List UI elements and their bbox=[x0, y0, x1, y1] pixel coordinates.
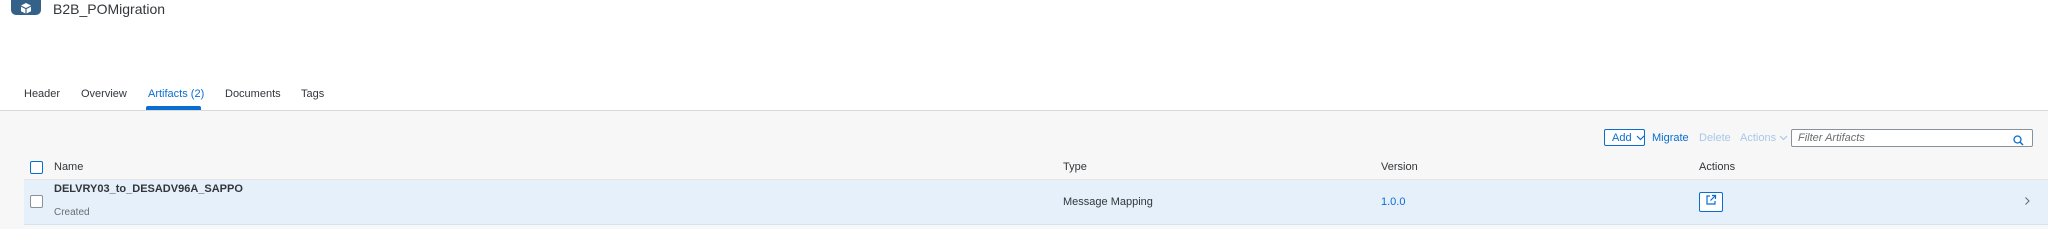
open-external-icon bbox=[1705, 193, 1717, 211]
migrate-button[interactable]: Migrate bbox=[1652, 132, 1689, 144]
column-header-actions: Actions bbox=[1699, 161, 1736, 173]
tab-header[interactable]: Header bbox=[24, 88, 60, 100]
filter-artifacts-input[interactable] bbox=[1798, 131, 1998, 145]
artifact-version-link[interactable]: 1.0.0 bbox=[1381, 196, 1405, 208]
select-all-checkbox[interactable] bbox=[30, 161, 43, 174]
artifact-type: Message Mapping bbox=[1063, 196, 1153, 208]
row-select-checkbox[interactable] bbox=[30, 195, 43, 208]
add-button[interactable]: Add bbox=[1604, 129, 1645, 146]
add-button-label: Add bbox=[1612, 131, 1632, 144]
artifact-name: DELVRY03_to_DESADV96A_SAPPO bbox=[54, 183, 243, 195]
actions-button-label: Actions bbox=[1740, 132, 1777, 144]
artifact-status: Created bbox=[54, 207, 90, 218]
tab-overview[interactable]: Overview bbox=[81, 88, 127, 100]
search-icon[interactable] bbox=[2013, 133, 2024, 151]
chevron-down-icon bbox=[1779, 135, 1788, 141]
column-header-name: Name bbox=[54, 161, 84, 173]
column-header-type: Type bbox=[1063, 161, 1087, 173]
chevron-right-icon[interactable] bbox=[2024, 194, 2031, 212]
selected-tab-indicator bbox=[146, 106, 201, 110]
tab-artifacts[interactable]: Artifacts (2) bbox=[148, 88, 204, 100]
column-header-version: Version bbox=[1381, 161, 1418, 173]
tab-bar: Header Overview Artifacts (2) Documents … bbox=[0, 80, 2048, 111]
filter-artifacts-field[interactable] bbox=[1791, 129, 2033, 147]
delete-button[interactable]: Delete bbox=[1699, 132, 1731, 144]
page-title: B2B_POMigration bbox=[53, 1, 166, 17]
tab-tags[interactable]: Tags bbox=[301, 88, 324, 100]
table-header-row: Name Type Version Actions bbox=[24, 157, 2048, 180]
chevron-down-icon bbox=[1636, 135, 1645, 141]
table-row[interactable] bbox=[24, 180, 2048, 225]
open-artifact-button[interactable] bbox=[1699, 192, 1723, 212]
actions-menu-button[interactable]: Actions bbox=[1740, 132, 1788, 144]
app-package-icon bbox=[11, 0, 41, 15]
tab-documents[interactable]: Documents bbox=[225, 88, 281, 100]
